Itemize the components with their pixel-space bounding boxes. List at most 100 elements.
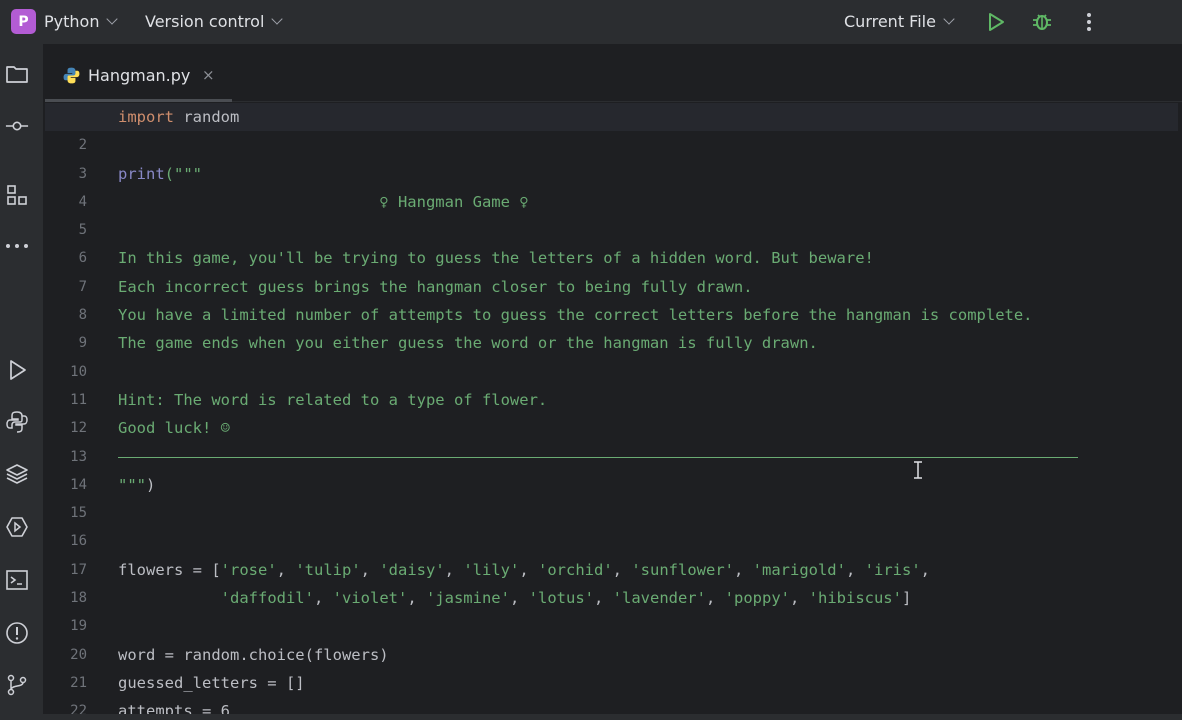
string-literal: 'violet': [332, 589, 408, 608]
title-bar: P Python Version control Current File: [0, 0, 1182, 44]
string-literal: 'iris': [864, 560, 921, 579]
structure-tool-button[interactable]: [5, 183, 29, 207]
chevron-down-icon: [106, 13, 119, 25]
chevron-down-icon: [943, 13, 955, 25]
line-number-gutter: 1 2 3 4 5 6 7 8 9 10 11 12 13 14 15 16 1…: [45, 103, 105, 720]
code-line-19[interactable]: [118, 612, 1178, 640]
string-literal: 'lotus': [528, 589, 594, 608]
structure-icon: [7, 185, 27, 205]
code-line-10[interactable]: [118, 358, 1178, 386]
editor-tab-bar: Hangman.py ×: [45, 44, 1182, 102]
string-literal: 'jasmine': [425, 589, 510, 608]
code-line-21[interactable]: guessed_letters = []: [118, 669, 1178, 697]
code-line-11[interactable]: Hint: The word is related to a type of f…: [118, 386, 1178, 414]
code-line-8[interactable]: You have a limited number of attempts to…: [118, 301, 1178, 329]
code-text: random: [174, 108, 240, 126]
code-line-15[interactable]: [118, 499, 1178, 527]
more-tools-button[interactable]: [5, 234, 29, 258]
line-number: 7: [78, 278, 87, 295]
line-number: 9: [78, 335, 87, 352]
code-line-7[interactable]: Each incorrect guess brings the hangman …: [118, 273, 1178, 301]
string-literal: 'daisy': [379, 560, 445, 579]
line-number: 16: [70, 533, 87, 550]
line-number: 18: [70, 590, 87, 607]
run-button[interactable]: [985, 11, 1007, 33]
code-line-5[interactable]: [118, 216, 1178, 244]
vcs-menu[interactable]: Version control: [145, 12, 284, 31]
layers-tool-button[interactable]: [5, 462, 29, 486]
line-number: 14: [70, 476, 87, 493]
project-badge[interactable]: P: [11, 9, 36, 34]
code-line-20[interactable]: word = random.choice(flowers): [118, 641, 1178, 669]
string-literal: 'orchid': [538, 560, 613, 579]
code-text: (""": [164, 164, 202, 183]
project-tool-button[interactable]: [5, 62, 29, 86]
code-line-4[interactable]: ♀ Hangman Game ♀: [118, 188, 1178, 216]
code-line-12[interactable]: Good luck! ☺: [118, 414, 1178, 442]
code-line-14[interactable]: """): [118, 471, 1178, 499]
line-number: 19: [70, 618, 87, 635]
debug-button[interactable]: [1031, 10, 1053, 32]
string-literal: 'daffodil': [220, 589, 314, 608]
code-line-2[interactable]: [118, 131, 1178, 159]
string-literal: 'marigold': [752, 560, 846, 579]
code-text: flowers = [: [118, 560, 221, 579]
line-number: 11: [70, 391, 87, 408]
string-literal: 'lily': [463, 560, 520, 579]
code-line-18[interactable]: 'daffodil', 'violet', 'jasmine', 'lotus'…: [118, 584, 1178, 612]
vcs-label: Version control: [145, 12, 265, 31]
python-file-icon: [63, 67, 80, 84]
code-line-16[interactable]: [118, 527, 1178, 555]
layers-icon: [6, 464, 28, 484]
line-number: 2: [78, 137, 87, 154]
code-line-1[interactable]: import random: [45, 103, 1178, 132]
project-selector[interactable]: Python: [44, 12, 119, 31]
line-number: 15: [70, 505, 87, 522]
code-line-3[interactable]: print(""": [118, 160, 1178, 188]
problems-icon: [6, 622, 28, 644]
bug-icon: [1033, 14, 1051, 30]
problems-tool-button[interactable]: [5, 621, 29, 645]
line-number: 10: [70, 363, 87, 380]
line-number: 4: [78, 193, 87, 210]
string-literal: 'sunflower': [631, 560, 734, 579]
string-literal: 'hibiscus': [808, 589, 902, 608]
more-actions-button[interactable]: [1079, 11, 1099, 33]
close-icon[interactable]: ×: [202, 66, 215, 84]
builtin-print: print: [118, 164, 165, 183]
line-number: 21: [70, 674, 87, 691]
line-number: 20: [70, 646, 87, 663]
run-icon: [10, 360, 26, 380]
run-config-selector[interactable]: Current File: [844, 12, 955, 31]
string-literal: 'lavender': [612, 589, 706, 608]
kebab-menu-icon: [1087, 13, 1091, 31]
tab-hangman-py[interactable]: Hangman.py ×: [45, 44, 232, 102]
line-number: 8: [78, 307, 87, 324]
line-number: 5: [78, 222, 87, 239]
python-console-tool-button[interactable]: [5, 410, 29, 434]
commit-tool-button[interactable]: [5, 114, 29, 138]
code-line-17[interactable]: flowers = ['rose', 'tulip', 'daisy', 'li…: [118, 556, 1178, 584]
string-literal: 'tulip': [295, 560, 361, 579]
line-number: 6: [78, 250, 87, 267]
chevron-down-icon: [271, 13, 284, 25]
text-cursor-icon: [914, 461, 922, 479]
code-line-9[interactable]: The game ends when you either guess the …: [118, 329, 1178, 357]
code-text: ): [146, 475, 156, 494]
python-console-icon: [6, 411, 28, 433]
run-tool-button[interactable]: [5, 358, 29, 382]
services-icon: [6, 517, 28, 537]
folder-icon: [6, 66, 28, 83]
code-line-13[interactable]: [118, 443, 1178, 471]
line-number: 13: [70, 448, 87, 465]
more-icon: [6, 244, 28, 248]
git-branch-icon: [7, 674, 27, 696]
line-number: 17: [70, 561, 87, 578]
terminal-tool-button[interactable]: [5, 568, 29, 592]
services-tool-button[interactable]: [5, 515, 29, 539]
editor-area: Hangman.py × 1 2 3 4 5 6 7 8 9 10 11 12 …: [45, 44, 1182, 720]
line-number: 3: [78, 165, 87, 182]
code-text-area[interactable]: import random print(""" ♀ Hangman Game ♀…: [45, 103, 1178, 720]
code-line-6[interactable]: In this game, you'll be trying to guess …: [118, 244, 1178, 272]
git-tool-button[interactable]: [5, 673, 29, 697]
